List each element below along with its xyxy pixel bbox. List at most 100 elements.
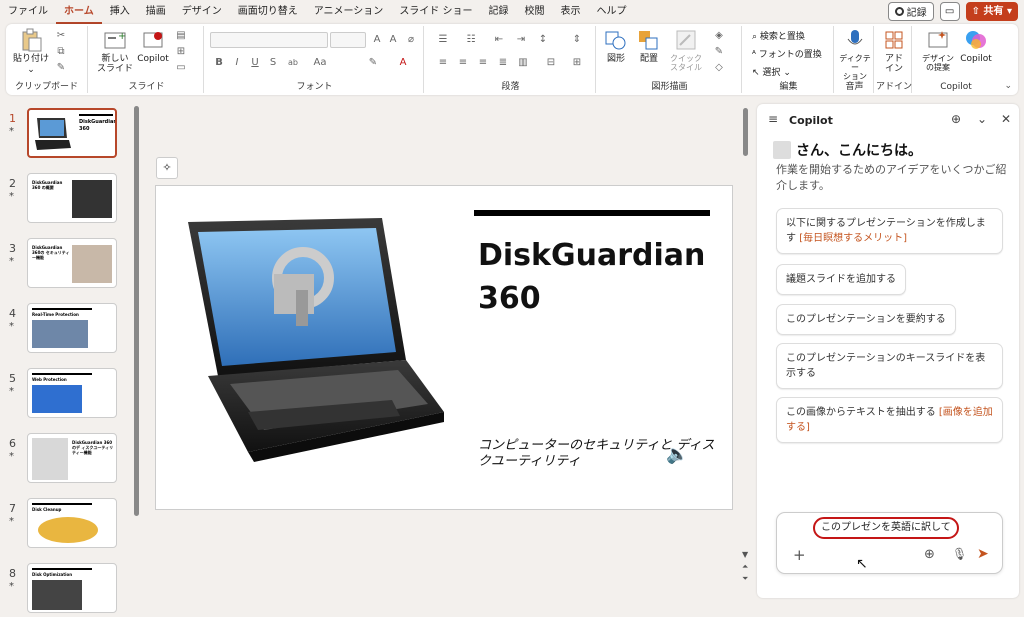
thumbnail-row[interactable]: 4 * Real-Time Protection [0, 301, 133, 357]
smartart-icon[interactable]: ⊞ [570, 57, 584, 69]
italic-icon[interactable]: I [230, 57, 244, 69]
numbering-icon[interactable]: ☷ [464, 34, 478, 46]
paste-button[interactable]: 貼り付け ⌄ [12, 28, 50, 76]
tab-animations[interactable]: アニメーション [306, 0, 392, 24]
arrange-button[interactable]: 配置 [634, 28, 664, 65]
main-slide[interactable]: DiskGuardian 360 コンピューターのセキュリティと ディスクユーテ… [155, 185, 733, 510]
dictate-button[interactable]: ディクテー ション [836, 28, 874, 81]
slide-thumbnail-7[interactable]: Disk Cleanup [27, 498, 117, 548]
indent-decrease-icon[interactable]: ⇤ [492, 34, 506, 46]
microphone-icon[interactable]: 🎙 [952, 547, 967, 561]
ribbon-collapse-icon[interactable]: ⌄ [1004, 81, 1012, 91]
thumbnail-row[interactable]: 8 * Disk Optimization [0, 561, 133, 617]
globe-icon[interactable]: ⊕ [924, 547, 935, 562]
thumbnail-row[interactable]: 2 * DiskGuardian 360 の概要 [0, 171, 133, 227]
bold-icon[interactable]: B [212, 57, 226, 69]
editor-scrollbar[interactable]: ▼ ⏶ ⏷ [741, 98, 751, 602]
thumbnail-row[interactable]: 7 * Disk Cleanup [0, 496, 133, 552]
designer-button[interactable]: デザイン の提案 [918, 28, 958, 72]
format-painter-icon[interactable]: ✎ [54, 62, 68, 74]
chat-composer[interactable]: このプレゼンを英語に訳して + ⊕ 🎙 ➤ [776, 512, 1003, 574]
select-button[interactable]: ↖ 選択 ⌄ [752, 65, 791, 78]
quick-style-button[interactable]: クイック スタイル [666, 28, 706, 72]
addins-button[interactable]: アド イン [876, 28, 912, 74]
line-spacing-icon[interactable]: ↕ [536, 34, 550, 46]
layout-icon[interactable]: ▤ [174, 30, 188, 42]
tab-design[interactable]: デザイン [174, 0, 230, 24]
slide-thumbnail-8[interactable]: Disk Optimization [27, 563, 117, 613]
tab-insert[interactable]: 挿入 [102, 0, 138, 24]
tab-home[interactable]: ホーム [56, 0, 102, 24]
suggestion-extract-text[interactable]: この画像からテキストを抽出する [画像を追加する] [776, 397, 1003, 443]
thumbnail-row[interactable]: 3 * DiskGuardian 360の セキュリティー機能 [0, 236, 133, 292]
tab-help[interactable]: ヘルプ [589, 0, 635, 24]
thumbnail-scrollbar[interactable] [133, 98, 141, 602]
tab-record[interactable]: 記録 [481, 0, 517, 24]
shape-effects-icon[interactable]: ◇ [712, 62, 726, 74]
tab-view[interactable]: 表示 [553, 0, 589, 24]
chat-input[interactable]: このプレゼンを英語に訳して [813, 517, 959, 539]
slide-thumbnail-6[interactable]: DiskGuardian 360のデ ィスクユーティリティー機能 [27, 433, 117, 483]
section-icon[interactable]: ▭ [174, 62, 188, 74]
font-family-dropdown[interactable] [210, 32, 328, 48]
copilot-ribbon-button[interactable]: Copilot [136, 28, 170, 65]
font-size-dropdown[interactable] [330, 32, 366, 48]
slide-thumbnail-2[interactable]: DiskGuardian 360 の概要 [27, 173, 117, 223]
prev-slide-icon[interactable]: ⏶ [742, 562, 748, 572]
slide-thumbnail-4[interactable]: Real-Time Protection [27, 303, 117, 353]
slide-thumbnail-3[interactable]: DiskGuardian 360の セキュリティー機能 [27, 238, 117, 288]
shapes-button[interactable]: 図形 [600, 28, 632, 65]
chevron-down-icon[interactable]: ⌄ [977, 112, 987, 126]
close-icon[interactable]: ✕ [1001, 112, 1011, 126]
shape-outline-icon[interactable]: ✎ [712, 46, 726, 58]
font-shrink-icon[interactable]: A [386, 34, 400, 46]
comment-button[interactable]: ▭ [939, 2, 960, 21]
menu-icon[interactable]: ≡ [768, 112, 778, 126]
thumbnail-row[interactable]: 6 * DiskGuardian 360のデ ィスクユーティリティー機能 [0, 431, 133, 487]
text-direction-icon[interactable]: ⇕ [570, 34, 584, 46]
tab-transitions[interactable]: 画面切り替え [230, 0, 306, 24]
font-grow-icon[interactable]: A [370, 34, 384, 46]
font-color-icon[interactable]: A [396, 57, 410, 69]
next-slide-icon[interactable]: ⏷ [742, 574, 748, 584]
tab-draw[interactable]: 描画 [138, 0, 174, 24]
align-center-icon[interactable]: ≡ [456, 57, 470, 69]
strikethrough-icon[interactable]: S [266, 57, 280, 69]
send-icon[interactable]: ➤ [977, 546, 989, 562]
justify-icon[interactable]: ≣ [496, 57, 510, 69]
slide-thumbnail-5[interactable]: Web Protection [27, 368, 117, 418]
shape-fill-icon[interactable]: ◈ [712, 30, 726, 42]
scroll-thumb[interactable] [743, 108, 748, 156]
align-text-icon[interactable]: ⊟ [544, 57, 558, 69]
tab-file[interactable]: ファイル [0, 0, 56, 24]
copy-icon[interactable]: ⧉ [54, 46, 68, 58]
font-replace-button[interactable]: ᴬ フォントの置換 [752, 47, 822, 60]
reset-icon[interactable]: ⊞ [174, 46, 188, 58]
add-icon[interactable]: + [793, 546, 806, 564]
scroll-thumb[interactable] [134, 106, 139, 516]
suggestion-summarize[interactable]: このプレゼンテーションを要約する [776, 304, 956, 335]
suggestion-create-presentation[interactable]: 以下に関するプレゼンテーションを作成します [毎日瞑想するメリット] [776, 208, 1003, 254]
share-button[interactable]: ⇧ 共有 ▾ [965, 2, 1018, 21]
record-button[interactable]: 記録 [887, 2, 934, 21]
clear-format-icon[interactable]: ⌀ [404, 34, 418, 46]
suggestion-add-agenda[interactable]: 議題スライドを追加する [776, 264, 906, 295]
suggestion-key-slides[interactable]: このプレゼンテーションのキースライドを表示する [776, 343, 1003, 389]
designer-sparkle-button[interactable]: ✧ [156, 157, 178, 179]
thumbnail-row[interactable]: 1 * DiskGuardian 360 [0, 106, 133, 162]
align-right-icon[interactable]: ≡ [476, 57, 490, 69]
slide-thumbnail-1[interactable]: DiskGuardian 360 [27, 108, 117, 158]
change-case-icon[interactable]: Aa [310, 57, 330, 69]
new-slide-button[interactable]: + 新しい スライド [94, 28, 136, 74]
tab-review[interactable]: 校閲 [517, 0, 553, 24]
char-spacing-icon[interactable]: ab [284, 57, 302, 69]
slide-title[interactable]: DiskGuardian 360 [478, 234, 718, 320]
underline-icon[interactable]: U [248, 57, 262, 69]
align-left-icon[interactable]: ≡ [436, 57, 450, 69]
scroll-down-icon[interactable]: ▼ [742, 550, 748, 559]
tab-slideshow[interactable]: スライド ショー [391, 0, 480, 24]
thumbnail-row[interactable]: 5 * Web Protection [0, 366, 133, 422]
columns-icon[interactable]: ▥ [516, 57, 530, 69]
cut-icon[interactable]: ✂ [54, 30, 68, 42]
copilot-open-button[interactable]: Copilot [958, 28, 994, 65]
